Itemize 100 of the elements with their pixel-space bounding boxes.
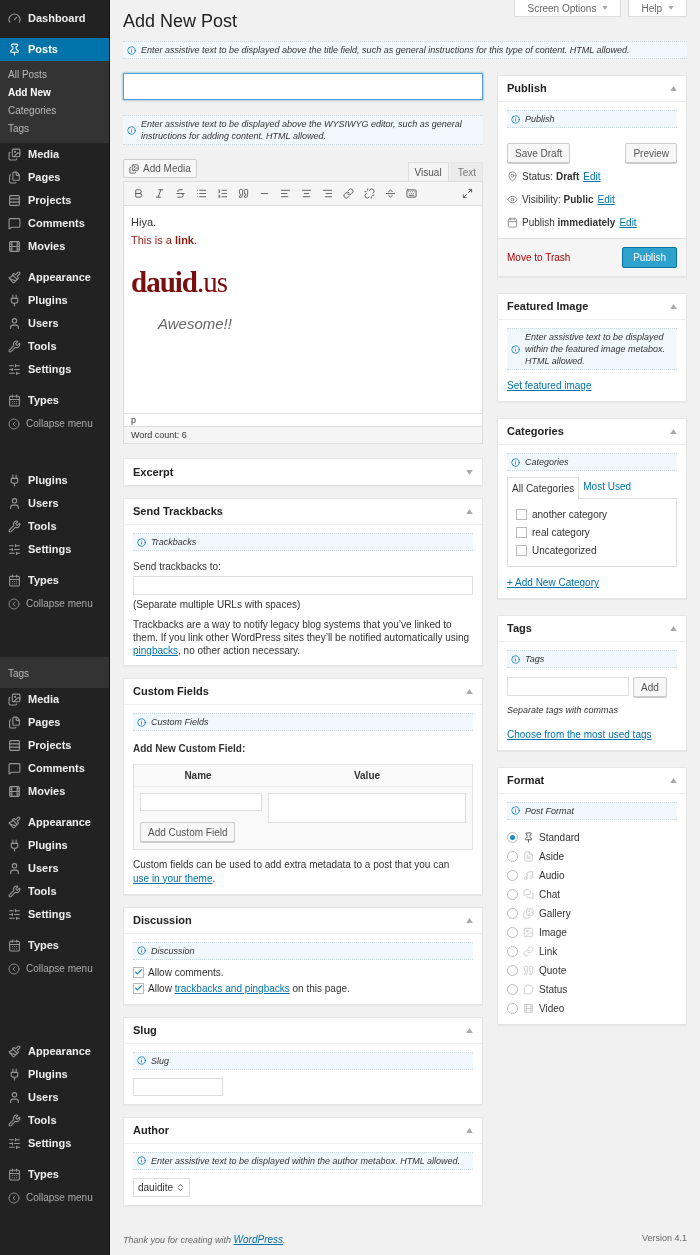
radio-button[interactable]	[507, 831, 518, 843]
sidebar-menu-item[interactable]: Comments	[0, 757, 109, 780]
sidebar-menu-item[interactable]: Users	[0, 312, 109, 335]
sidebar-menu-item[interactable]: Types	[0, 934, 109, 957]
bold-icon[interactable]	[133, 188, 144, 199]
sidebar-menu-item[interactable]: Plugins	[0, 469, 109, 492]
editor-tab[interactable]: Text	[450, 162, 483, 181]
checkbox[interactable]	[133, 982, 144, 994]
editor-tab[interactable]: Visual	[407, 162, 449, 181]
align-right-icon[interactable]	[322, 188, 333, 199]
toggle-arrow-icon[interactable]	[466, 689, 473, 694]
radio-button[interactable]	[507, 926, 518, 938]
collapse-menu-button[interactable]: Collapse menu	[0, 412, 93, 435]
sidebar-menu-item[interactable]: Tools	[0, 335, 109, 358]
editor-content[interactable]: Hiya. This is a link. dauid.us Awesome!!	[123, 206, 483, 413]
text-link[interactable]: Set featured image	[507, 380, 592, 391]
strikethrough-icon[interactable]	[175, 188, 186, 199]
radio-button[interactable]	[507, 945, 518, 957]
radio-button[interactable]	[507, 1002, 518, 1014]
sidebar-menu-item[interactable]: Movies	[0, 235, 109, 258]
category-tab[interactable]: All Categories	[507, 477, 580, 499]
toggle-arrow-icon[interactable]	[466, 1127, 473, 1133]
sidebar-menu-item[interactable]: Users	[0, 492, 109, 515]
sidebar-menu-item[interactable]: Settings	[0, 1132, 109, 1155]
add-custom-field-button[interactable]: Add Custom Field	[140, 822, 236, 842]
sidebar-menu-item[interactable]: Media	[0, 143, 109, 166]
sidebar-menu-item[interactable]: Types	[0, 1163, 109, 1186]
checkbox[interactable]	[516, 527, 527, 538]
unlink-icon[interactable]	[364, 188, 375, 199]
sidebar-menu-item[interactable]: Projects	[0, 189, 109, 212]
edit-link[interactable]: Edit	[583, 169, 601, 184]
sidebar-menu-item[interactable]: Projects	[0, 734, 109, 757]
author-select[interactable]: dauidite	[133, 1177, 191, 1197]
add-tag-button[interactable]: Add	[633, 677, 667, 697]
radio-button[interactable]	[507, 850, 518, 862]
italic-icon[interactable]	[154, 188, 165, 199]
sidebar-menu-item[interactable]: Comments	[0, 212, 109, 235]
screen-meta-tab[interactable]: Screen Options	[514, 0, 622, 17]
screen-meta-tab[interactable]: Help	[628, 0, 687, 17]
edit-link[interactable]: Edit	[597, 192, 615, 207]
caret-icon[interactable]	[668, 6, 674, 10]
sidebar-menu-item[interactable]: Tools	[0, 880, 109, 903]
sidebar-menu-item[interactable]: Tools	[0, 1109, 109, 1132]
add-media-button[interactable]: Add Media	[123, 159, 197, 178]
radio-button[interactable]	[507, 983, 518, 995]
align-left-icon[interactable]	[280, 188, 291, 199]
sidebar-menu-item[interactable]: Appearance	[0, 266, 109, 289]
title-field[interactable]	[123, 73, 483, 100]
sidebar-menu-item[interactable]: Users	[0, 1086, 109, 1109]
sidebar-menu-item[interactable]: Plugins	[0, 289, 109, 312]
value-field[interactable]	[268, 793, 466, 823]
sidebar-menu-item[interactable]: Tools	[0, 515, 109, 538]
checkbox[interactable]	[133, 966, 144, 978]
sidebar-menu-item[interactable]: Pages	[0, 711, 109, 734]
preview-button[interactable]: Preview	[625, 143, 677, 163]
collapse-menu-button[interactable]: Collapse menu	[0, 1186, 93, 1209]
text-link[interactable]: Choose from the most used tags	[507, 728, 652, 740]
sidebar-menu-item[interactable]: Pages	[0, 166, 109, 189]
caret-icon[interactable]	[602, 6, 609, 10]
fullscreen-icon[interactable]	[462, 188, 473, 199]
sidebar-menu-item[interactable]: Plugins	[0, 834, 109, 857]
separator-icon[interactable]	[385, 188, 396, 199]
sidebar-menu-item[interactable]: Settings	[0, 358, 109, 381]
toggle-arrow-icon[interactable]	[466, 509, 473, 514]
submenu-item[interactable]: Add New	[0, 84, 109, 102]
edit-link[interactable]: Edit	[619, 215, 637, 230]
sidebar-menu-item[interactable]: Users	[0, 857, 109, 880]
category-tab[interactable]: Most Used	[579, 476, 636, 498]
toggle-arrow-icon[interactable]	[670, 86, 677, 91]
toggle-arrow-icon[interactable]	[670, 626, 677, 631]
numbered-list-icon[interactable]	[217, 188, 228, 199]
tag-field[interactable]	[507, 677, 629, 696]
sidebar-menu-item[interactable]: Types	[0, 389, 109, 412]
sidebar-menu-item[interactable]: Types	[0, 569, 109, 592]
radio-button[interactable]	[507, 907, 518, 919]
align-center-icon[interactable]	[301, 188, 312, 199]
radio-button[interactable]	[507, 869, 518, 881]
slug-field[interactable]	[133, 1077, 223, 1096]
move-to-trash-link[interactable]: Move to Trash	[507, 250, 571, 265]
radio-button[interactable]	[507, 888, 518, 900]
name-field[interactable]	[140, 793, 262, 811]
sidebar-menu-item[interactable]: Appearance	[0, 811, 109, 834]
checkbox[interactable]	[516, 545, 527, 556]
toggle-arrow-icon[interactable]	[466, 469, 473, 475]
submenu-item[interactable]: Tags	[0, 120, 109, 138]
sidebar-menu-item[interactable]: Dashboard	[0, 7, 109, 30]
checkbox[interactable]	[516, 509, 527, 520]
keyboard-icon[interactable]	[406, 188, 417, 199]
text-link[interactable]: use in your theme	[133, 872, 213, 884]
submenu-item[interactable]: Categories	[0, 102, 109, 120]
trackback-url-field[interactable]	[133, 576, 473, 595]
save-draft-button[interactable]: Save Draft	[507, 143, 571, 163]
submenu-item[interactable]: All Posts	[0, 66, 109, 84]
toggle-arrow-icon[interactable]	[466, 917, 473, 923]
toggle-arrow-icon[interactable]	[670, 777, 677, 783]
sidebar-menu-item[interactable]: Settings	[0, 538, 109, 561]
link-icon[interactable]	[343, 188, 354, 199]
toggle-arrow-icon[interactable]	[466, 1027, 473, 1033]
collapse-menu-button[interactable]: Collapse menu	[0, 592, 93, 615]
text-link[interactable]: trackbacks and pingbacks	[174, 982, 290, 994]
